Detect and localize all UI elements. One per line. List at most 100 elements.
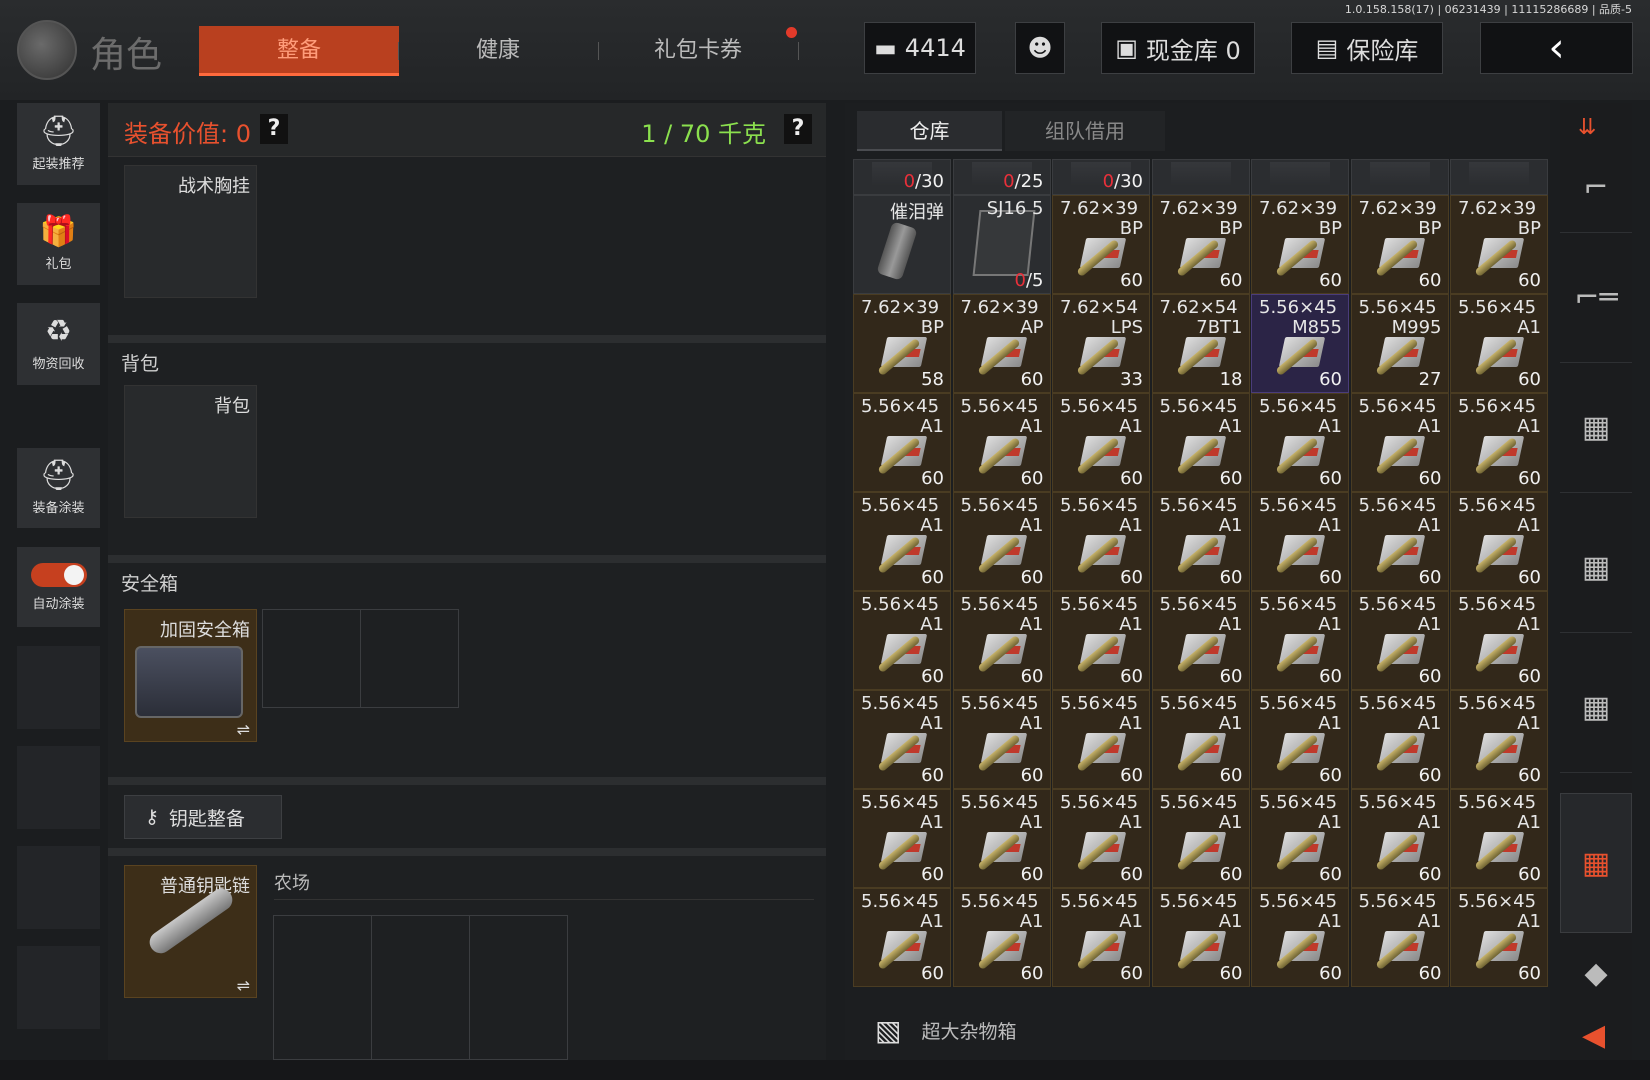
sort-icon[interactable]: ⇊ (1578, 115, 1596, 140)
tab-health[interactable]: 健康 (398, 26, 598, 76)
crate-active-icon[interactable]: ▦ (1560, 793, 1632, 933)
inventory-cell[interactable]: 5.56×45 A1 60 (853, 591, 951, 690)
inventory-cell[interactable]: 5.56×45 A1 60 (952, 591, 1051, 690)
inventory-cell[interactable]: 7.62×39 BP 60 (1350, 195, 1449, 294)
inventory-cell[interactable]: 5.56×45 A1 60 (1350, 393, 1449, 492)
inventory-cell[interactable]: 5.56×45 A1 60 (1251, 789, 1349, 888)
inventory-cell[interactable]: 5.56×45 A1 60 (853, 690, 951, 789)
inventory-cell[interactable]: 5.56×45 A1 60 (1350, 888, 1449, 987)
sidebar-auto-paint[interactable]: 自动涂装 (17, 547, 100, 627)
inventory-cell[interactable] (1350, 159, 1449, 195)
misc-box-icon[interactable]: ◆ (1560, 933, 1632, 1013)
back-button[interactable]: ‹ (1480, 22, 1633, 74)
inventory-cell[interactable]: 7.62×39 BP 60 (1251, 195, 1349, 294)
swap-icon[interactable]: ⇌ (237, 720, 250, 739)
inventory-cell[interactable]: 5.56×45 A1 60 (853, 888, 951, 987)
inventory-cell[interactable]: 5.56×45 A1 60 (1052, 789, 1150, 888)
key-cell[interactable] (273, 915, 372, 1060)
safebox-slot[interactable]: 加固安全箱 ⇌ (124, 609, 257, 742)
inventory-cell[interactable]: 5.56×45 A1 60 (952, 888, 1051, 987)
swap-icon[interactable]: ⇌ (237, 976, 250, 995)
money-display[interactable]: ▬ 4414 (864, 22, 976, 74)
inventory-cell[interactable]: 5.56×45 A1 60 (1450, 591, 1548, 690)
insurance-button[interactable]: ▤ 保险库 (1291, 22, 1443, 74)
safebox-cell[interactable] (262, 609, 361, 708)
inventory-cell[interactable]: 5.56×45 A1 60 (1251, 591, 1349, 690)
inventory-cell[interactable]: 5.56×45 A1 60 (853, 393, 951, 492)
sidebar-equip-paint[interactable]: ⛑ 装备涂装 (17, 448, 100, 528)
inventory-cell[interactable] (1450, 159, 1548, 195)
inventory-cell[interactable]: 5.56×45 A1 60 (1450, 393, 1548, 492)
inventory-cell[interactable]: SJ16 5 0/5 (952, 195, 1051, 294)
tab-gift-coupons[interactable]: 礼包卡券 (598, 26, 798, 76)
inventory-cell[interactable]: 5.56×45 A1 60 (1052, 591, 1150, 690)
inventory-cell[interactable]: 5.56×45 A1 60 (1350, 690, 1449, 789)
backpack-slot[interactable]: 背包 (124, 385, 257, 518)
inventory-cell[interactable]: 5.56×45 A1 60 (1450, 690, 1548, 789)
safebox-cell[interactable] (360, 609, 459, 708)
tab-warehouse[interactable]: 仓库 (857, 111, 1002, 151)
inventory-cell[interactable]: 5.56×45 A1 60 (952, 393, 1051, 492)
inventory-cell[interactable]: 5.56×45 A1 60 (1151, 888, 1250, 987)
help-button[interactable]: ? (260, 114, 288, 144)
inventory-cell[interactable]: 5.56×45 A1 60 (1450, 492, 1548, 591)
inventory-cell[interactable]: 0/30 (853, 159, 951, 195)
chest-rig-slot[interactable]: 战术胸挂 (124, 165, 257, 298)
inventory-cell[interactable]: 5.56×45 A1 60 (1251, 393, 1349, 492)
cash-vault-button[interactable]: ▣ 现金库 0 (1101, 22, 1255, 74)
inventory-cell[interactable]: 5.56×45 A1 60 (853, 789, 951, 888)
inventory-cell[interactable]: 5.56×45 A1 60 (1350, 492, 1449, 591)
inventory-cell[interactable]: 5.56×45 A1 60 (1251, 690, 1349, 789)
collapse-arrow-icon[interactable]: ◀ (1582, 1018, 1605, 1053)
inventory-cell[interactable]: 5.56×45 A1 60 (1350, 789, 1449, 888)
inventory-cell[interactable]: 5.56×45 A1 60 (1450, 294, 1548, 393)
inventory-cell[interactable]: 5.56×45 A1 60 (952, 690, 1051, 789)
inventory-cell[interactable]: 5.56×45 A1 60 (952, 492, 1051, 591)
inventory-cell[interactable]: 催泪弹 (853, 195, 951, 294)
inventory-cell[interactable]: 7.62×39 AP 60 (952, 294, 1051, 393)
inventory-cell[interactable]: 5.56×45 A1 60 (1052, 492, 1150, 591)
inventory-cell[interactable]: 7.62×39 BP 58 (853, 294, 951, 393)
inventory-cell[interactable]: 5.56×45 A1 60 (1052, 690, 1150, 789)
keychain-slot[interactable]: 普通钥匙链 ⇌ (124, 865, 257, 998)
inventory-cell[interactable]: 5.56×45 A1 60 (952, 789, 1051, 888)
inventory-cell[interactable]: 5.56×45 A1 60 (1450, 888, 1548, 987)
key-cell[interactable] (469, 915, 568, 1060)
inventory-cell[interactable]: 5.56×45 M995 27 (1350, 294, 1449, 393)
inventory-cell[interactable]: 5.56×45 A1 60 (1251, 492, 1349, 591)
rifle-icon[interactable]: ⌐═ (1560, 233, 1632, 363)
key-loadout-button[interactable]: ⚷ 钥匙整备 (124, 795, 282, 839)
inventory-cell[interactable]: 5.56×45 A1 60 (1151, 591, 1250, 690)
inventory-cell[interactable]: 5.56×45 A1 60 (1450, 789, 1548, 888)
inventory-cell[interactable]: 5.56×45 A1 60 (1251, 888, 1349, 987)
inventory-cell[interactable]: 5.56×45 A1 60 (1151, 789, 1250, 888)
sidebar-gift[interactable]: 🎁 礼包 (17, 203, 100, 285)
pistol-icon[interactable]: ⌐ (1560, 143, 1632, 233)
misc-box-bar[interactable]: ▧ 超大杂物箱 (845, 1001, 1550, 1060)
inventory-cell[interactable] (1151, 159, 1250, 195)
inventory-cell[interactable]: 5.56×45 A1 60 (1052, 888, 1150, 987)
sidebar-recycle[interactable]: ♻ 物资回收 (17, 303, 100, 385)
key-cell[interactable] (371, 915, 470, 1060)
toggle-icon[interactable] (30, 562, 87, 587)
tab-equip[interactable]: 整备 (199, 26, 399, 76)
inventory-cell[interactable]: 5.56×45 M855 60 (1251, 294, 1349, 393)
crate-icon[interactable]: ▦ (1560, 503, 1632, 633)
inventory-cell[interactable]: 7.62×39 BP 60 (1450, 195, 1548, 294)
inventory-cell[interactable]: 0/25 (952, 159, 1051, 195)
inventory-cell[interactable]: 5.56×45 A1 60 (1350, 591, 1449, 690)
inventory-cell[interactable]: 5.56×45 A1 60 (1151, 393, 1250, 492)
crate-icon[interactable]: ▦ (1560, 643, 1632, 773)
tab-team-borrow[interactable]: 组队借用 (1005, 111, 1165, 151)
inventory-cell[interactable]: 7.62×54 7BT1 18 (1151, 294, 1250, 393)
help-button[interactable]: ? (784, 114, 812, 144)
crate-icon[interactable]: ▦ (1560, 363, 1632, 493)
avatar-button[interactable]: ☻ (1015, 22, 1065, 74)
inventory-cell[interactable]: 7.62×39 BP 60 (1052, 195, 1150, 294)
inventory-cell[interactable]: 5.56×45 A1 60 (1151, 492, 1250, 591)
inventory-cell[interactable]: 7.62×39 BP 60 (1151, 195, 1250, 294)
inventory-cell[interactable]: 5.56×45 A1 60 (853, 492, 951, 591)
inventory-cell[interactable]: 7.62×54 LPS 33 (1052, 294, 1150, 393)
inventory-cell[interactable]: 5.56×45 A1 60 (1151, 690, 1250, 789)
inventory-cell[interactable]: 0/30 (1052, 159, 1150, 195)
